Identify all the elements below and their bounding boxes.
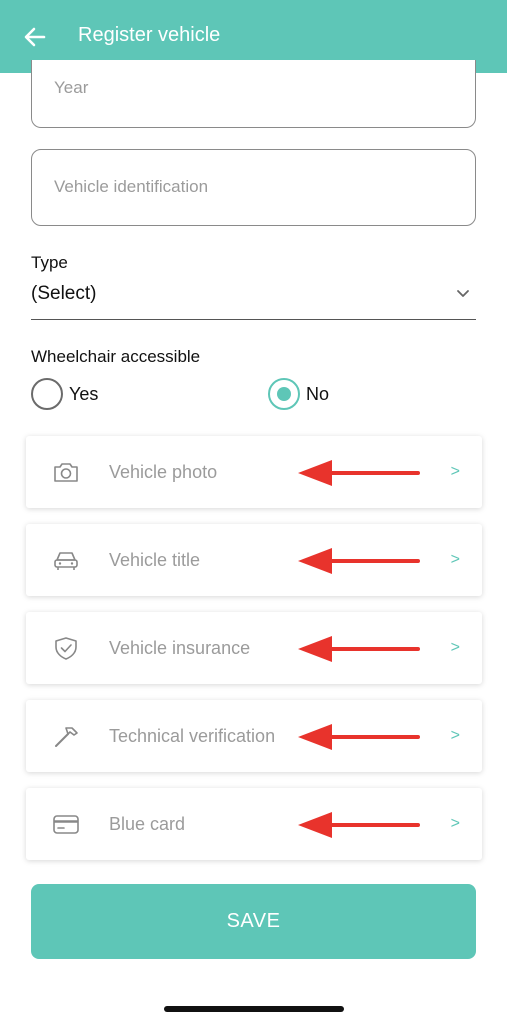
chevron-right-icon: > [450, 815, 460, 832]
document-label: Technical verification [109, 726, 276, 746]
document-row-technical-verification[interactable]: Technical verification > [26, 700, 482, 772]
wheelchair-no-radio[interactable]: No [268, 377, 329, 411]
card-icon [53, 815, 79, 834]
document-row-vehicle-insurance[interactable]: Vehicle insurance > [26, 612, 482, 684]
vehicle-identification-input[interactable] [54, 177, 434, 197]
red-arrow-annotation [298, 812, 420, 838]
year-input[interactable] [54, 78, 434, 98]
red-arrow-annotation [298, 724, 420, 750]
radio-unselected-icon [31, 378, 63, 410]
document-label: Vehicle title [109, 550, 201, 570]
red-arrow-annotation [298, 460, 420, 486]
chevron-right-icon: > [450, 727, 460, 744]
document-row-vehicle-photo[interactable]: Vehicle photo > [26, 436, 482, 508]
red-arrow-annotation [298, 548, 420, 574]
wheelchair-yes-radio[interactable]: Yes [31, 377, 98, 411]
year-field[interactable] [31, 60, 476, 128]
chevron-right-icon: > [450, 639, 460, 656]
home-indicator[interactable] [164, 1006, 344, 1012]
camera-icon [54, 463, 78, 482]
radio-selected-icon [268, 378, 300, 410]
arrow-left-icon [24, 27, 46, 47]
document-row-vehicle-title[interactable]: Vehicle title > [26, 524, 482, 596]
car-icon [54, 552, 78, 570]
chevron-down-icon [457, 290, 469, 297]
document-label: Vehicle photo [109, 462, 218, 482]
vehicle-identification-field[interactable] [31, 149, 476, 226]
type-select[interactable]: (Select) [31, 280, 476, 320]
document-label: Blue card [109, 814, 186, 834]
shield-check-icon [55, 637, 77, 660]
save-button[interactable]: SAVE [31, 884, 476, 959]
document-label: Vehicle insurance [109, 638, 251, 658]
hammer-icon [55, 727, 78, 747]
page-title: Register vehicle [78, 24, 221, 46]
red-arrow-annotation [298, 636, 420, 662]
type-selected-value: (Select) [31, 283, 97, 304]
radio-label-yes: Yes [69, 383, 99, 404]
chevron-right-icon: > [450, 463, 460, 480]
radio-label-no: No [306, 383, 330, 404]
save-button-label: SAVE [226, 910, 281, 932]
type-label: Type [31, 253, 68, 272]
wheelchair-accessible-label: Wheelchair accessible [31, 347, 201, 366]
back-button[interactable] [20, 22, 50, 52]
document-row-blue-card[interactable]: Blue card > [26, 788, 482, 860]
chevron-right-icon: > [450, 551, 460, 568]
